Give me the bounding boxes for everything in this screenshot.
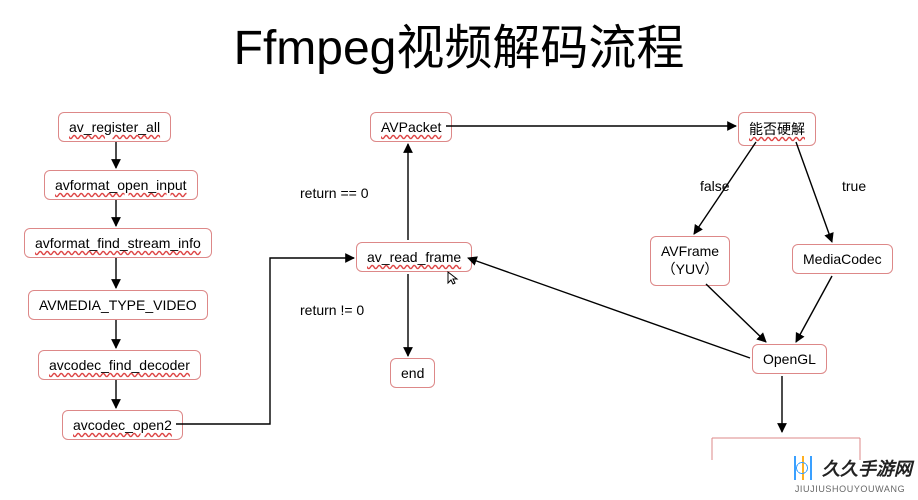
node-avframe-yuv: AVFrame （YUV） [650,236,730,286]
label-return-ne-0: return != 0 [300,302,364,318]
node-avformat-open-input: avformat_open_input [44,170,198,200]
diagram-title: Ffmpeg视频解码流程 [0,8,918,78]
label-false: false [700,178,730,194]
node-end: end [390,358,435,388]
node-avformat-find-stream-info: avformat_find_stream_info [24,228,212,258]
node-avpacket: AVPacket [370,112,452,142]
watermark: 久久手游网 JIUJIUSHOUYOUWANG [788,454,912,494]
node-avcodec-open2: avcodec_open2 [62,410,183,440]
label-true: true [842,178,866,194]
node-avcodec-find-decoder: avcodec_find_decoder [38,350,201,380]
node-mediacodec: MediaCodec [792,244,893,274]
mouse-cursor-icon [446,270,462,286]
node-avmedia-type-video: AVMEDIA_TYPE_VIDEO [28,290,208,320]
watermark-logo-icon [788,454,816,482]
node-av-register-all: av_register_all [58,112,171,142]
node-hardware-decode-check: 能否硬解 [738,112,816,146]
watermark-url: JIUJIUSHOUYOUWANG [795,484,905,494]
node-av-read-frame: av_read_frame [356,242,472,272]
watermark-text: 久久手游网 [822,455,912,481]
label-return-eq-0: return == 0 [300,185,369,201]
node-opengl: OpenGL [752,344,827,374]
